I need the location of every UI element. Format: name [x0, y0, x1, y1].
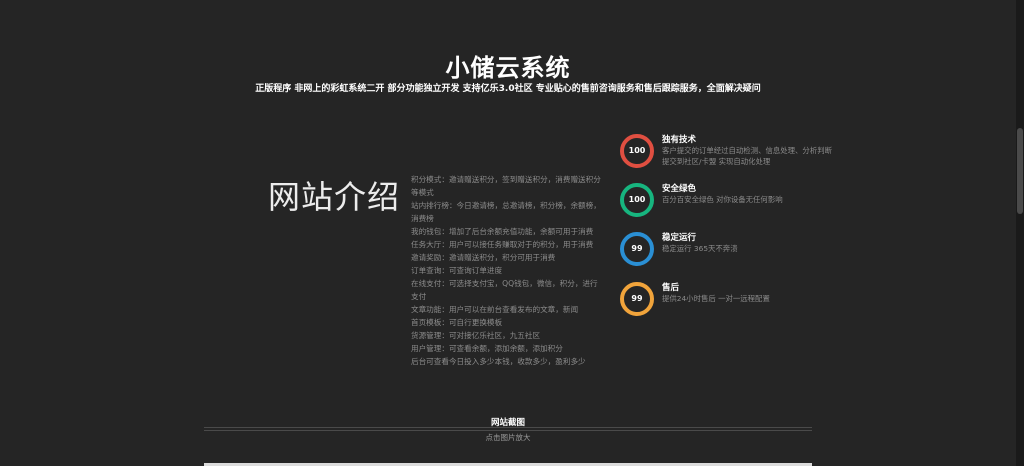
- stat-ring: 100: [620, 134, 654, 168]
- scrollbar-thumb[interactable]: [1017, 128, 1023, 214]
- stat-title: 安全绿色: [662, 184, 697, 194]
- feature-item: 后台可查看今日投入多少本钱，收款多少，盈利多少: [411, 357, 586, 366]
- stat-exclusive-tech: 100 独有技术 客户提交的订单经过自动检测、信息处理、分析判断 提交到社区/卡…: [620, 134, 832, 172]
- stat-description: 提供24小时售后 一对一远程配置: [662, 294, 770, 303]
- feature-item: 文章功能：用户可以在前台查看发布的文章，新闻: [411, 305, 579, 314]
- feature-item: 我的钱包：增加了后台余额充值功能，余额可用于消费: [411, 227, 594, 236]
- page: 小储云系统 正版程序 非网上的彩虹系统二开 部分功能独立开发 支持亿乐3.0社区…: [0, 0, 1016, 466]
- stat-description: 客户提交的订单经过自动检测、信息处理、分析判断 提交到社区/卡盟 实现自动化处理: [662, 146, 832, 166]
- divider: [204, 427, 812, 428]
- feature-item: 用户管理：可查看余额，添加余额，添加积分: [411, 344, 563, 353]
- stat-ring: 100: [620, 183, 654, 217]
- stat-ring: 99: [620, 232, 654, 266]
- stat-description: 百分百安全绿色 对你设备无任何影响: [662, 195, 783, 204]
- stat-safe-green: 100 安全绿色 百分百安全绿色 对你设备无任何影响: [620, 183, 830, 221]
- stat-value: 99: [631, 294, 643, 303]
- stat-after-sales: 99 售后 提供24小时售后 一对一远程配置: [620, 282, 830, 320]
- stat-title: 稳定运行: [662, 233, 697, 243]
- feature-item: 任务大厅：用户可以接任务赚取对于的积分，用于消费: [411, 240, 594, 249]
- stat-value: 100: [628, 195, 646, 204]
- feature-item: 在线支付：可选择支付宝，QQ钱包，微信，积分，进行支付: [411, 279, 598, 301]
- feature-item: 订单查询：可查询订单进度: [411, 266, 503, 275]
- screenshots-caption[interactable]: 点击图片放大: [0, 432, 1016, 443]
- scrollbar[interactable]: [1016, 0, 1024, 466]
- stat-description: 稳定运行 365天不奔溃: [662, 244, 738, 253]
- feature-item: 货源管理：可对接亿乐社区，九五社区: [411, 331, 541, 340]
- stat-title: 独有技术: [662, 135, 697, 145]
- feature-item: 邀请奖励：邀请赠送积分，积分可用于消费: [411, 253, 556, 262]
- feature-list: 积分模式：邀请赠送积分，签到赠送积分，消费赠送积分等模式 站内排行榜：今日邀请榜…: [411, 173, 603, 368]
- stat-value: 99: [631, 244, 643, 253]
- stat-value: 100: [628, 146, 646, 155]
- stat-title: 售后: [662, 283, 680, 293]
- feature-item: 站内排行榜：今日邀请榜，总邀请榜，积分榜，余额榜，消费榜: [411, 201, 601, 223]
- intro-heading: 网站介绍: [268, 178, 401, 216]
- stat-ring: 99: [620, 282, 654, 316]
- divider: [204, 430, 812, 431]
- feature-item: 积分模式：邀请赠送积分，签到赠送积分，消费赠送积分等模式: [411, 175, 601, 197]
- hero-title: 小储云系统: [445, 54, 571, 82]
- stat-stable-running: 99 稳定运行 稳定运行 365天不奔溃: [620, 232, 830, 270]
- hero-subtitle: 正版程序 非网上的彩虹系统二开 部分功能独立开发 支持亿乐3.0社区 专业贴心的…: [255, 84, 761, 94]
- feature-item: 首页模板：可自行更换模板: [411, 318, 503, 327]
